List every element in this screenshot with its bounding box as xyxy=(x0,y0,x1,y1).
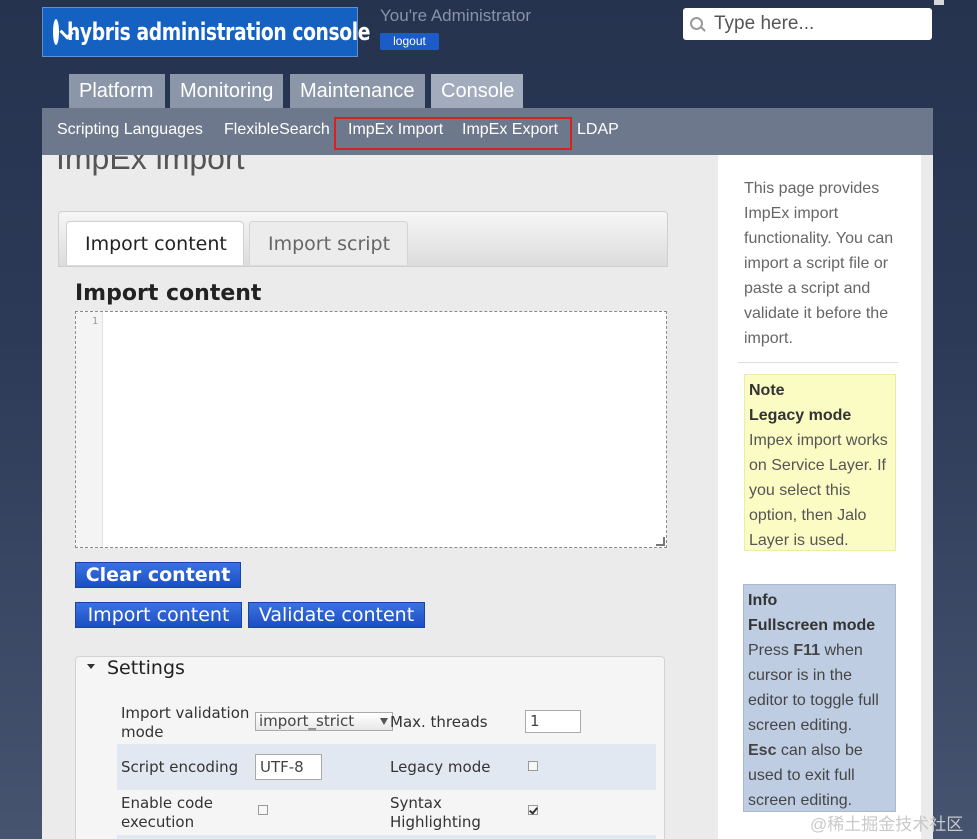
tab-maintenance[interactable]: Maintenance xyxy=(290,74,425,108)
highlight-annotation-box xyxy=(334,117,572,150)
script-encoding-input[interactable]: UTF-8 xyxy=(255,754,322,780)
settings-toggle[interactable]: Settings xyxy=(87,657,185,679)
note-heading: Legacy mode xyxy=(749,407,852,424)
logo-text: hybris administration console xyxy=(67,18,371,46)
line-gutter: 1 xyxy=(76,312,103,547)
info-title: Info xyxy=(748,592,778,609)
settings-title: Settings xyxy=(107,657,185,679)
max-threads-input[interactable]: 1 xyxy=(525,710,581,733)
watermark: @稀土掘金技术社区 xyxy=(810,815,964,834)
user-status: You're Administrator xyxy=(380,6,531,25)
validate-content-button[interactable]: Validate content xyxy=(248,602,425,628)
syntax-highlighting-label: Syntax Highlighting xyxy=(390,794,481,831)
scrollbar-corner xyxy=(934,0,944,5)
info-key-f11: F11 xyxy=(793,642,821,659)
tab-console[interactable]: Console xyxy=(431,74,523,108)
syntax-highlighting-checkbox[interactable] xyxy=(528,805,538,815)
tab-platform[interactable]: Platform xyxy=(69,74,165,108)
validation-mode-value: import_strict xyxy=(259,712,355,730)
legacy-mode-checkbox[interactable] xyxy=(528,761,538,771)
resize-handle-icon[interactable] xyxy=(656,537,665,546)
search-icon xyxy=(690,17,704,31)
import-content-button[interactable]: Import content xyxy=(75,602,242,628)
info-press: Press xyxy=(748,642,789,659)
info-text-1: Press F11 when cursor is in the editor t… xyxy=(748,638,891,738)
note-text: Impex import works on Service Layer. If … xyxy=(749,432,888,549)
section-heading: Import content xyxy=(75,281,262,306)
collapse-arrow-icon xyxy=(87,664,95,669)
validation-mode-select[interactable]: import_strict xyxy=(255,712,393,731)
legacy-mode-label: Legacy mode xyxy=(390,758,491,776)
search-box[interactable] xyxy=(683,8,932,40)
info-key-esc: Esc xyxy=(748,742,777,759)
clear-content-button[interactable]: Clear content xyxy=(75,562,241,588)
script-encoding-label: Script encoding xyxy=(121,758,239,776)
info-text-2: Esc can also be used to exit full screen… xyxy=(748,738,891,813)
settings-row-4 xyxy=(117,835,656,839)
line-number: 1 xyxy=(91,316,98,327)
page-description: This page provides ImpEx import function… xyxy=(744,180,894,347)
subnav-ldap-label[interactable]: LDAP xyxy=(577,121,619,139)
max-threads-label: Max. threads xyxy=(390,713,488,731)
tab-import-content[interactable]: Import content xyxy=(66,221,244,265)
code-execution-label: Enable code execution xyxy=(121,794,214,831)
code-execution-checkbox[interactable] xyxy=(258,805,268,815)
sidebar-divider xyxy=(738,362,898,363)
tab-monitoring[interactable]: Monitoring xyxy=(170,74,283,108)
tab-import-script[interactable]: Import script xyxy=(249,221,408,265)
dropdown-arrow-icon xyxy=(380,718,388,725)
logout-button[interactable]: logout xyxy=(380,33,439,50)
hybris-logo-icon xyxy=(53,19,59,45)
validation-mode-label: Import validation mode xyxy=(121,704,250,741)
info-box: Info Fullscreen mode Press F11 when curs… xyxy=(743,584,896,812)
info-heading: Fullscreen mode xyxy=(748,617,876,634)
subnav-flexiblesearch-label[interactable]: FlexibleSearch xyxy=(224,121,330,139)
app-logo[interactable]: hybris administration console xyxy=(42,7,370,57)
note-title: Note xyxy=(749,382,785,399)
search-input[interactable] xyxy=(714,13,914,35)
script-editor[interactable]: 1 xyxy=(75,311,667,548)
note-box: Note Legacy mode Impex import works on S… xyxy=(744,374,896,551)
subnav-scripting-languages-label[interactable]: Scripting Languages xyxy=(57,121,203,139)
